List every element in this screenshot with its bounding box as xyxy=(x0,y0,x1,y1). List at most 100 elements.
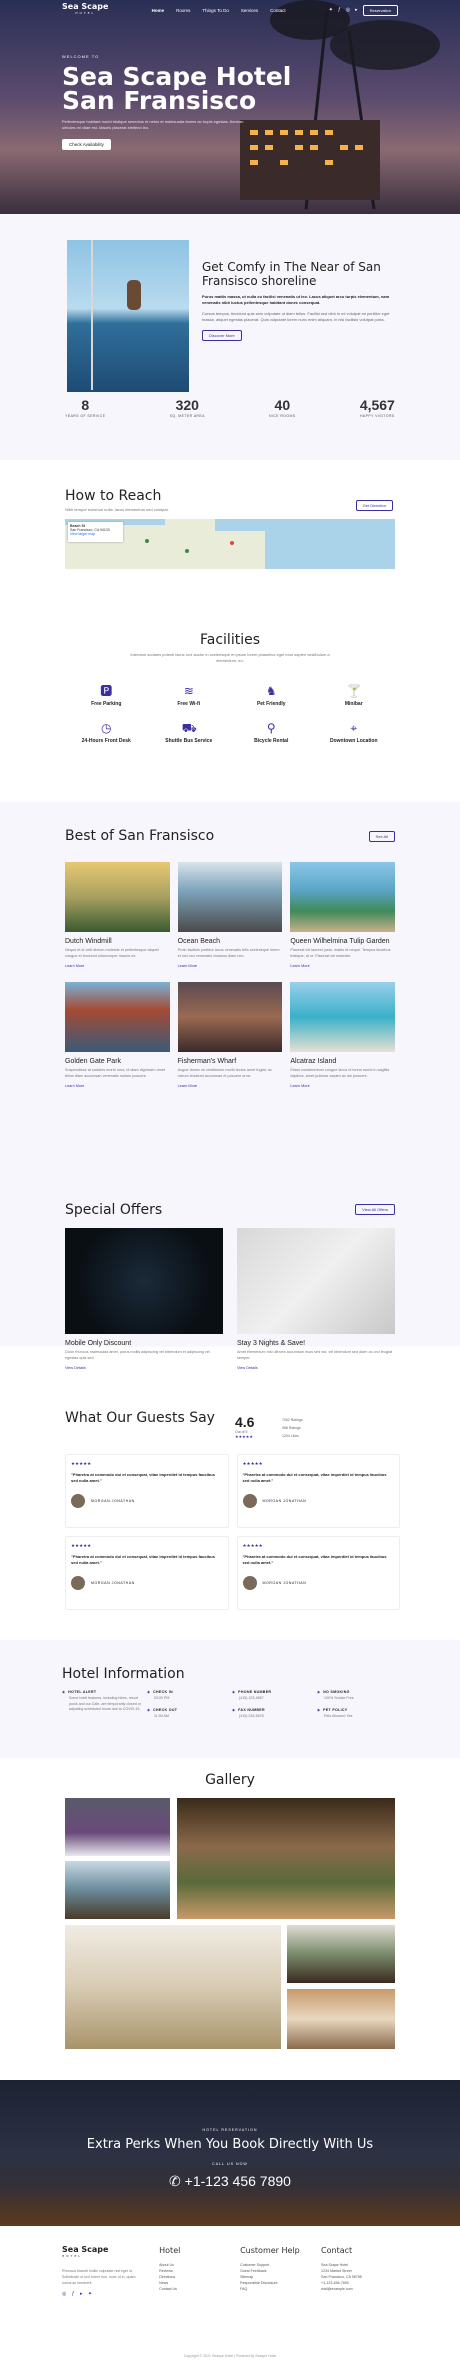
tulip-garden-photo xyxy=(290,862,395,932)
youtube-icon[interactable]: ▸ xyxy=(355,7,358,13)
learn-more-link[interactable]: Learn More xyxy=(65,1084,170,1088)
location-icon: ⌖ xyxy=(350,721,358,735)
card-title: Queen Wilhelmina Tulip Garden xyxy=(290,938,390,945)
rating-breakdown: 7062 Ratings 968 Ratings 1204 Likes xyxy=(282,1416,303,1440)
contact-email[interactable]: mail@example.com xyxy=(321,2286,402,2292)
learn-more-link[interactable]: Learn More xyxy=(290,964,395,968)
card-text: Etiam condimentum congue lacus id lorem … xyxy=(290,1068,390,1078)
facility-bicycle: ⚲ Bicycle Rental xyxy=(254,721,289,744)
learn-more-link[interactable]: Learn More xyxy=(178,1084,283,1088)
facilities-title: Facilities xyxy=(200,632,260,648)
review-stars: ★★★★★ xyxy=(242,1543,263,1548)
top-nav: Sea Scape HOTEL Home Rooms Things To Do … xyxy=(0,0,460,20)
stat-area: 320 SQ. METER AREA xyxy=(169,397,205,418)
instagram-icon[interactable]: ◎ xyxy=(346,7,350,13)
golden-gate-photo xyxy=(65,982,170,1052)
footer-link[interactable]: FAQ xyxy=(240,2286,321,2292)
facebook-icon[interactable]: ƒ xyxy=(72,2291,77,2297)
nav-home[interactable]: Home xyxy=(152,8,165,13)
nav-services[interactable]: Services xyxy=(241,8,258,13)
facility-downtown: ⌖ Downtown Location xyxy=(330,721,378,744)
get-direction-button[interactable]: Get Direction xyxy=(355,500,393,511)
location-map[interactable]: Beach St San Francisco, CA 94133 View la… xyxy=(65,519,395,569)
review-quote: "Pharetra at commodo dui et consequat, v… xyxy=(242,1472,387,1483)
sailing-photo xyxy=(67,240,189,392)
offers-section: Special Offers View All Offers Mobile On… xyxy=(0,1198,460,1410)
phone-icon: ◉ xyxy=(232,1690,236,1694)
learn-more-link[interactable]: Learn More xyxy=(178,964,283,968)
hero-title: Sea Scape Hotel San Fransisco xyxy=(62,64,292,113)
card-title: Golden Gate Park xyxy=(65,1058,122,1065)
nav-things-to-do[interactable]: Things To Do xyxy=(202,8,228,13)
palm-fronds xyxy=(330,20,440,70)
review-stars: ★★★★★ xyxy=(71,1461,92,1466)
card-text: Proin facilisis porttitor lacus venenati… xyxy=(177,948,280,958)
map-pin-icon[interactable] xyxy=(230,541,234,545)
view-details-link[interactable]: View Details xyxy=(237,1366,395,1370)
reviews-grid: ★★★★★ "Pharetra at commodo dui et conseq… xyxy=(65,1454,400,1610)
instagram-icon[interactable]: ◎ xyxy=(62,2291,68,2297)
gallery-bedroom-photo[interactable] xyxy=(65,1798,170,1856)
about-bold-text: Purus mattis massa, ut nulla eu facilisi… xyxy=(202,294,390,305)
stats-row: 8 YEARS OF SERVICE 320 SQ. METER AREA 40 NI… xyxy=(33,397,427,419)
info-check-in: ◉ CHECK IN 03:00 PM xyxy=(147,1690,173,1700)
discover-more-button[interactable]: Discover More xyxy=(202,330,242,341)
check-in-icon: ◉ xyxy=(147,1690,151,1694)
map-poi-icon xyxy=(185,549,189,553)
learn-more-link[interactable]: Learn More xyxy=(290,1084,395,1088)
footer-link[interactable]: Contact Us xyxy=(159,2286,240,2292)
twitter-icon[interactable]: ✦ xyxy=(329,7,333,13)
hero-content: WELCOME TO Sea Scape Hotel San Fransisco… xyxy=(62,54,292,150)
view-details-link[interactable]: View Details xyxy=(65,1366,223,1370)
nav-contact[interactable]: Contact xyxy=(270,8,286,13)
alert-icon: ◉ xyxy=(62,1690,66,1694)
footer-columns: Sea Scape HOTEL Rhoncus blandit mollis vu… xyxy=(62,2246,402,2298)
gallery-suite-photo[interactable] xyxy=(65,1925,281,2049)
best-section: Best of San Fransisco See All Dutch Wind… xyxy=(0,802,460,1198)
facility-front-desk: ◷ 24-Hours Front Desk xyxy=(81,721,131,744)
view-all-offers-button[interactable]: View All Offers xyxy=(355,1204,395,1215)
offer-card: Mobile Only Discount Dolor rhoncus males… xyxy=(65,1228,223,1370)
check-availability-button[interactable]: Check Availability xyxy=(62,139,111,150)
clock-icon: ◷ xyxy=(101,721,112,735)
map-info-box: Beach St San Francisco, CA 94133 View la… xyxy=(68,522,123,542)
gallery-window-room-photo[interactable] xyxy=(287,1925,395,1983)
info-alert: ◉ HOTEL ALERT Some hotel features, includi… xyxy=(62,1690,141,1711)
best-card: Golden Gate Park Suspendisse at sodales … xyxy=(65,982,170,1088)
gallery-section: Gallery xyxy=(0,1758,460,2080)
footer-logo[interactable]: Sea Scape HOTEL xyxy=(62,2246,159,2260)
reach-desc: Nibh tempor euismod nulla, lacus element… xyxy=(65,507,169,512)
review-card: ★★★★★ "Pharetra at commodo dui et conseq… xyxy=(236,1536,400,1610)
see-all-button[interactable]: See All xyxy=(368,831,395,842)
phone-icon: ✆ xyxy=(169,2173,185,2189)
reservation-button[interactable]: Reservation xyxy=(362,4,398,16)
facility-shuttle: ⛟ Shuttle Bus Service xyxy=(165,721,213,744)
info-pet-policy: ◉ PET POLICY Pets Allowed: Yes xyxy=(317,1707,353,1718)
facility-parking: 🅿 Free Parking xyxy=(91,684,122,707)
reach-section: How to Reach Nibh tempor euismod nulla, … xyxy=(0,460,460,632)
stat-years: 8 YEARS OF SERVICE xyxy=(65,397,106,418)
twitter-icon[interactable]: ✦ xyxy=(88,2291,94,2297)
guests-section: What Our Guests Say 4.6 Out of 5 ★★★★★ 7… xyxy=(0,1410,460,1640)
offer-title: Mobile Only Discount xyxy=(65,1340,132,1347)
bus-icon: ⛟ xyxy=(181,721,197,735)
copyright: Copyright © 2021 Seaspe Hotel | Powered … xyxy=(183,2354,277,2358)
card-text: Suspendisse at sodales morbi urna, id di… xyxy=(65,1068,166,1078)
gallery-pool-photo[interactable] xyxy=(65,1861,170,1919)
site-logo[interactable]: Sea Scape HOTEL xyxy=(62,3,108,17)
cta-phone[interactable]: ✆ +1-123 456 7890 xyxy=(0,2173,460,2190)
phone-number: +1-123 456 7890 xyxy=(184,2173,291,2189)
youtube-icon[interactable]: ▸ xyxy=(80,2291,85,2297)
hero-paragraph: Pellentesque habitant morbi tristique se… xyxy=(62,119,244,130)
facebook-icon[interactable]: ƒ xyxy=(338,7,341,13)
best-grid: Dutch Windmill Neque et id velit dictum … xyxy=(65,862,395,1088)
learn-more-link[interactable]: Learn More xyxy=(65,964,170,968)
reviewer-name: MORGAN JONATHAN xyxy=(262,1581,307,1585)
pet-icon: ♞ xyxy=(265,684,277,698)
gallery-bed-photo[interactable] xyxy=(287,1989,395,2049)
stat-rooms: 40 NICE ROOMS xyxy=(269,397,296,418)
offer-text: Amet elementum nisi ultrices accumsan ri… xyxy=(237,1350,393,1360)
reviewer-name: MORGAN JONATHAN xyxy=(91,1499,135,1503)
gallery-restaurant-photo[interactable] xyxy=(177,1798,395,1919)
nav-rooms[interactable]: Rooms xyxy=(176,8,190,13)
